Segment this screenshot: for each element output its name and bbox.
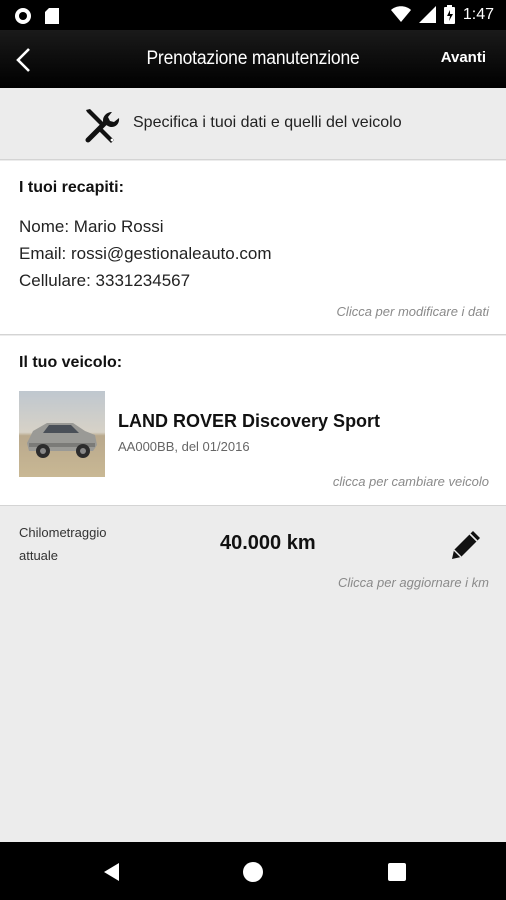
mileage-section[interactable]: Chilometraggio attuale 40.000 km Clicca … — [0, 507, 506, 842]
banner-text: Specifica i tuoi dati e quelli del veico… — [133, 114, 402, 131]
mileage-value: 40.000 km — [220, 532, 316, 554]
signal-icon — [418, 6, 436, 23]
vehicle-image — [19, 391, 105, 477]
next-button[interactable]: Avanti — [441, 49, 486, 66]
contact-email: Email: rossi@gestionaleauto.com — [19, 244, 272, 263]
update-mileage-hint[interactable]: Clicca per aggiornare i km — [338, 575, 489, 590]
instruction-banner: Specifica i tuoi dati e quelli del veico… — [0, 88, 506, 160]
battery-charging-icon — [443, 5, 455, 24]
navigation-bar — [0, 842, 506, 900]
vehicle-section[interactable]: Il tuo veicolo: LAND ROVER Discovery Spo… — [0, 336, 506, 506]
sd-card-icon — [44, 7, 60, 25]
nav-home-icon[interactable] — [242, 861, 264, 883]
vehicle-title: Il tuo veicolo: — [19, 354, 123, 371]
nav-back-icon[interactable] — [101, 861, 123, 883]
wifi-icon — [390, 6, 411, 23]
nav-recents-icon[interactable] — [386, 861, 408, 883]
clock-time: 1:47 — [462, 5, 494, 23]
mileage-label: Chilometraggio attuale — [19, 525, 107, 563]
status-bar: 1:47 — [0, 0, 506, 30]
page-title: Prenotazione manutenzione — [146, 48, 360, 69]
contacts-section[interactable]: I tuoi recapiti: Nome: Mario Rossi Email… — [0, 161, 506, 335]
app-bar: Prenotazione manutenzione Avanti — [0, 30, 506, 88]
contacts-title: I tuoi recapiti: — [19, 179, 124, 196]
change-vehicle-hint[interactable]: clicca per cambiare veicolo — [333, 474, 489, 489]
pencil-icon[interactable] — [448, 527, 484, 563]
notification-circle-icon — [14, 7, 32, 25]
edit-contacts-hint[interactable]: Clicca per modificare i dati — [337, 304, 489, 319]
contact-name: Nome: Mario Rossi — [19, 217, 164, 236]
vehicle-details: AA000BB, del 01/2016 — [118, 439, 250, 454]
vehicle-name: LAND ROVER Discovery Sport — [118, 411, 381, 431]
tools-icon — [82, 106, 122, 146]
contact-phone: Cellulare: 3331234567 — [19, 271, 191, 290]
